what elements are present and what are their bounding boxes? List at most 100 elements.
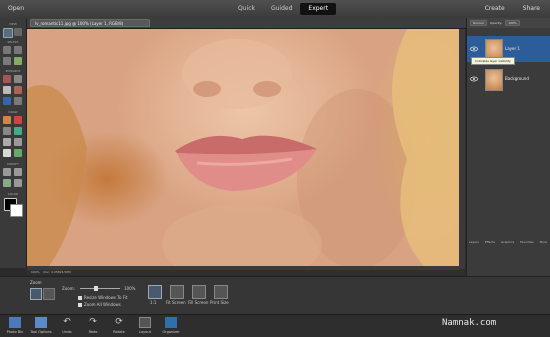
opacity-field[interactable]: 100% <box>505 20 520 26</box>
smart-brush-icon[interactable] <box>3 86 11 94</box>
healing-brush-icon[interactable] <box>14 75 22 83</box>
resize-windows-label: Resize Windows To Fit <box>84 295 128 300</box>
red-eye-icon[interactable] <box>3 75 11 83</box>
paint-bucket-icon[interactable] <box>3 127 11 135</box>
eye-icon[interactable] <box>470 46 478 52</box>
fit-screen-label: Fit Screen <box>166 300 186 305</box>
type-tool-icon[interactable] <box>3 149 11 157</box>
view-1-1-label: 1:1 <box>150 300 157 305</box>
magic-wand-icon[interactable] <box>14 57 22 65</box>
undo-button[interactable]: ↶ Undo <box>54 317 80 334</box>
rotate-icon: ⟳ <box>115 317 123 327</box>
straighten-tool-icon[interactable] <box>14 179 22 187</box>
mode-guided[interactable]: Guided <box>263 3 300 15</box>
zoom-all-checkbox[interactable] <box>78 303 82 307</box>
vertical-scrollbar[interactable] <box>459 29 465 269</box>
section-enhance: ENHANCE <box>5 69 21 73</box>
organizer-label: Organizer <box>162 330 180 334</box>
layer-visibility-tooltip: Indicates layer visibility <box>471 57 515 65</box>
zoom-value: 100% <box>124 286 136 291</box>
background-color-swatch[interactable] <box>10 204 23 217</box>
content-aware-move-icon[interactable] <box>3 179 11 187</box>
eraser-tool-icon[interactable] <box>14 116 22 124</box>
redo-icon: ↷ <box>89 317 97 327</box>
tool-options-label: Tool Options <box>30 330 52 334</box>
portrait-photo <box>27 29 459 269</box>
fill-screen-icon[interactable] <box>192 285 206 299</box>
tab-favorites[interactable]: Favorites <box>520 240 534 248</box>
sponge-tool-icon[interactable] <box>14 97 22 105</box>
move-tool-icon[interactable] <box>3 46 11 54</box>
photo-bin-label: Photo Bin <box>6 330 24 334</box>
organizer-button[interactable]: Organizer <box>158 317 184 334</box>
brush-tool-icon[interactable] <box>3 116 11 124</box>
layers-panel-header: Normal Opacity: 100% <box>467 18 550 28</box>
document-tab-bar: lv_romantic11.jpg @ 100% (Layer 1, RGB/8… <box>26 18 466 29</box>
layer-thumbnail <box>485 69 503 91</box>
layer-row-background[interactable]: Background <box>467 66 550 92</box>
blend-mode-select[interactable]: Normal <box>470 20 487 26</box>
crop-tool-icon[interactable] <box>3 168 11 176</box>
document-tab[interactable]: lv_romantic11.jpg @ 100% (Layer 1, RGB/8… <box>30 19 150 27</box>
section-select: SELECT <box>7 40 19 44</box>
zoom-slider[interactable] <box>80 288 120 289</box>
print-size-label: Print Size <box>210 300 229 305</box>
layer-name: Background <box>505 76 529 81</box>
tool-options-button[interactable]: Tool Options <box>28 317 54 334</box>
redo-button[interactable]: ↷ Redo <box>80 317 106 334</box>
section-draw: DRAW <box>8 110 18 114</box>
layout-button[interactable]: Layout <box>132 317 158 334</box>
organizer-icon <box>165 317 177 328</box>
photo-bin-icon <box>9 317 21 328</box>
fit-screen-icon[interactable] <box>170 285 184 299</box>
recompose-tool-icon[interactable] <box>14 168 22 176</box>
rotate-label: Rotate <box>113 330 125 334</box>
tool-options-bar: Zoom Zoom: 100% Resize Windows To Fit Zo… <box>0 276 550 315</box>
gradient-tool-icon[interactable] <box>14 127 22 135</box>
eyedropper-icon[interactable] <box>14 138 22 146</box>
zoom-out-icon[interactable] <box>43 288 55 300</box>
opacity-label: Opacity: <box>489 21 503 25</box>
clone-stamp-icon[interactable] <box>14 86 22 94</box>
hand-tool-icon[interactable] <box>14 28 22 36</box>
zoom-label: Zoom: <box>62 286 75 291</box>
layout-icon <box>139 317 151 328</box>
layer-name: Layer 1 <box>505 46 520 51</box>
section-modify: MODIFY <box>7 162 19 166</box>
zoom-tool-icon[interactable] <box>3 28 13 38</box>
status-zoom: 100% <box>31 270 40 274</box>
tab-layers[interactable]: Layers <box>469 240 479 248</box>
shape-tool-icon[interactable] <box>3 138 11 146</box>
mode-expert[interactable]: Expert <box>300 3 337 15</box>
pencil-tool-icon[interactable] <box>14 149 22 157</box>
tab-effects[interactable]: Effects <box>485 240 495 248</box>
section-color: COLOR <box>7 192 19 196</box>
actual-pixels-icon[interactable] <box>148 285 162 299</box>
zoom-in-icon[interactable] <box>30 288 42 300</box>
undo-icon: ↶ <box>63 317 71 327</box>
tab-graphics[interactable]: Graphics <box>501 240 514 248</box>
eye-icon[interactable] <box>470 76 478 82</box>
layout-label: Layout <box>139 330 151 334</box>
marquee-tool-icon[interactable] <box>14 46 22 54</box>
mode-switcher: Quick Guided Expert <box>230 3 337 15</box>
tool-options-icon <box>35 317 47 328</box>
blur-tool-icon[interactable] <box>3 97 11 105</box>
photo-bin-button[interactable]: Photo Bin <box>2 317 28 334</box>
top-bar: Open Quick Guided Expert Create Share <box>0 0 550 19</box>
rotate-button[interactable]: ⟳ Rotate <box>106 317 132 334</box>
create-menu[interactable]: Create <box>485 5 505 12</box>
mode-quick[interactable]: Quick <box>230 3 263 15</box>
section-view: VIEW <box>9 22 17 26</box>
open-menu[interactable]: Open <box>8 5 24 12</box>
share-menu[interactable]: Share <box>523 5 540 12</box>
resize-windows-checkbox[interactable] <box>78 296 82 300</box>
print-size-icon[interactable] <box>214 285 228 299</box>
lasso-tool-icon[interactable] <box>3 57 11 65</box>
zoom-slider-thumb[interactable] <box>94 286 98 291</box>
panel-footer-tabs: Layers Effects Graphics Favorites More <box>466 240 550 248</box>
image-canvas[interactable] <box>27 29 459 269</box>
top-actions: Create Share <box>485 5 540 12</box>
tab-more[interactable]: More <box>540 240 547 248</box>
status-doc-info: Doc: 2.25M/4.50M <box>43 270 71 274</box>
